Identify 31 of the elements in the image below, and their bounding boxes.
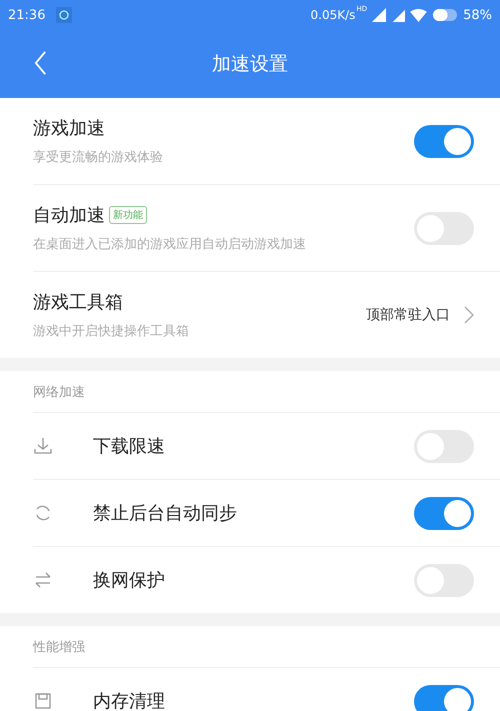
wifi-icon [410,8,428,22]
setting-description: 在桌面进入已添加的游戏应用自动启动游戏加速 [33,236,307,253]
new-feature-tag: 新功能 [109,206,147,224]
setting-title: 换网保护 [93,569,165,592]
setting-value[interactable]: 顶部常驻入口 [366,306,450,324]
toggle-switch[interactable] [414,496,474,530]
status-time: 21:36 [8,8,46,22]
swap-arrows-icon [33,570,53,590]
chevron-icon[interactable] [464,306,474,324]
section-heading: 网络加速 [33,384,85,400]
setting-description: 游戏中开启快捷操作工具箱 [33,323,190,340]
toggle-switch[interactable] [414,124,474,158]
setting-description: 享受更流畅的游戏体验 [33,149,164,166]
signal-icon [391,8,406,22]
setting-title: 游戏工具箱 [33,291,123,314]
setting-title: 下载限速 [93,435,165,458]
setting-title: 自动加速 [33,204,105,227]
setting-title: 禁止后台自动同步 [93,502,237,525]
battery-icon [432,9,458,21]
toggle-switch[interactable] [414,684,474,711]
memory-icon [33,691,53,711]
setting-title: 游戏加速 [33,117,105,140]
setting-title: 内存清理 [93,690,165,711]
section-heading: 性能增强 [33,638,85,656]
signal-icon [372,8,386,22]
download-icon [33,436,53,456]
back-icon[interactable] [34,50,47,76]
network-speed: 0.05K/s [310,8,356,22]
notification-icon [56,7,72,23]
battery-percent: 58% [463,8,492,22]
page-title: 加速设置 [212,52,288,77]
